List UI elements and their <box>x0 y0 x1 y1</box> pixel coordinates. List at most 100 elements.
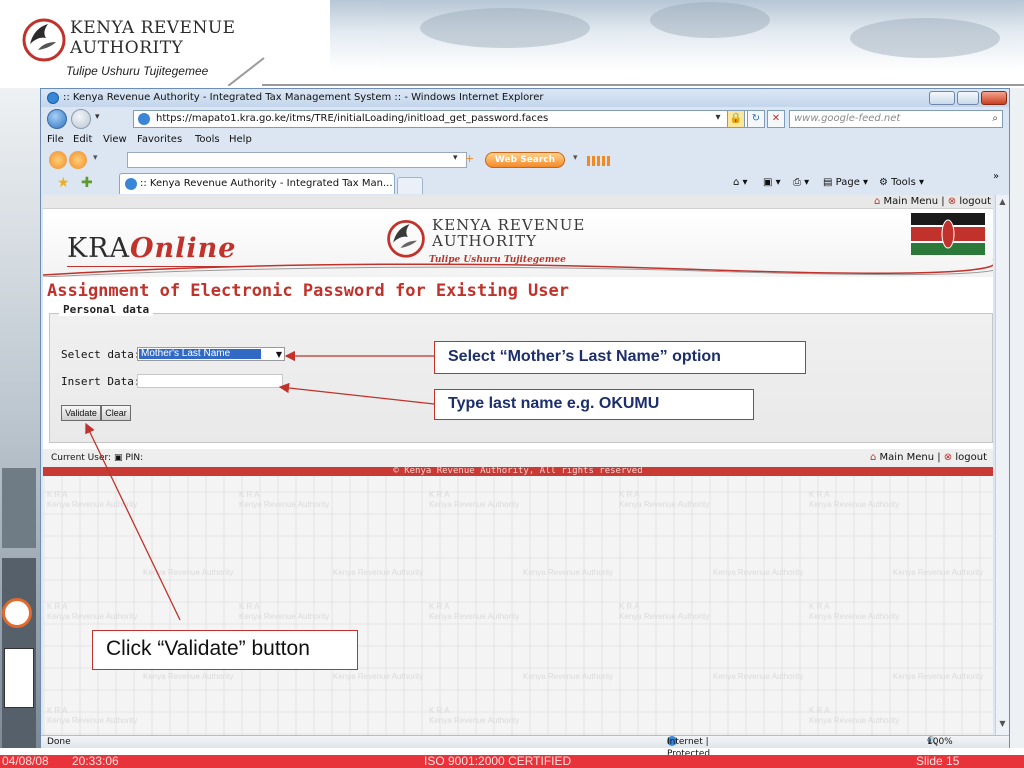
tab-page-icon <box>125 178 137 190</box>
menu-file[interactable]: File <box>47 131 64 149</box>
validate-button[interactable]: Validate <box>61 405 101 421</box>
address-dropdown-icon[interactable]: ▾ <box>709 110 727 128</box>
web-search-dropdown-icon[interactable]: ▾ <box>573 153 578 163</box>
minimize-button[interactable] <box>929 91 955 105</box>
maximize-button[interactable] <box>957 91 979 105</box>
toolbar-search-field[interactable] <box>127 152 467 168</box>
select-hint-text: Select “Mother’s Last Name” option <box>448 348 721 365</box>
history-dropdown-icon[interactable]: ▾ <box>95 112 100 122</box>
bottom-nav: ⌂ Main Menu | ⊗ logout <box>870 452 987 463</box>
zoom-control[interactable]: 🔍 100% ▾ <box>927 736 953 748</box>
insert-data-input[interactable] <box>137 374 283 388</box>
browser-status-bar: Done Internet | Protected Mode: Off 🔍100… <box>41 735 1009 768</box>
watermark-kra: K R A <box>47 602 68 611</box>
favorites-star-icon[interactable]: ★ <box>57 175 70 191</box>
watermark-text: Kenya Revenue Authority <box>333 672 424 681</box>
watermark-text: Kenya Revenue Authority <box>429 500 520 509</box>
watermark-text: Kenya Revenue Authority <box>333 568 424 577</box>
watermark-kra: K R A <box>47 490 68 499</box>
header-org-name: KENYA REVENUE AUTHORITY <box>432 217 585 249</box>
menu-help[interactable]: Help <box>229 131 252 149</box>
tab-kra[interactable]: :: Kenya Revenue Authority - Integrated … <box>119 173 395 194</box>
footer-date: 04/08/08 <box>2 754 49 768</box>
kenya-flag-icon <box>911 213 985 255</box>
footer-time: 20:33:06 <box>72 754 119 768</box>
select-data-dropdown[interactable]: Mother's Last Name ▼ <box>137 347 285 361</box>
print-icon[interactable]: ⎙ ▾ <box>793 173 809 193</box>
watermark-kra: K R A <box>47 706 68 715</box>
bottom-status-bar: Current User: ▣ PIN: ⌂ Main Menu | ⊗ log… <box>43 449 993 467</box>
search-icon[interactable]: ⌕ <box>992 111 998 127</box>
dropdown-arrow-icon[interactable]: ▼ <box>276 351 282 359</box>
toolbar-field-dropdown-icon[interactable]: ▾ <box>453 153 458 163</box>
watermark-kra: K R A <box>809 602 830 611</box>
scroll-down-icon[interactable]: ▼ <box>998 719 1007 728</box>
select-hint-callout: Select “Mother’s Last Name” option <box>434 341 806 374</box>
scroll-up-icon[interactable]: ▲ <box>998 197 1007 206</box>
bottom-logout-link[interactable]: logout <box>955 452 987 463</box>
footer-certification: ISO 9001:2000 CERTIFIED <box>424 754 572 768</box>
header-slope-line <box>228 57 265 86</box>
slide-right-edge <box>1008 88 1024 748</box>
watermark-text: Kenya Revenue Authority <box>809 716 900 725</box>
select-data-value: Mother's Last Name <box>139 349 261 359</box>
home-icon[interactable]: ⌂ ▾ <box>733 173 748 193</box>
signal-meter-icon <box>587 156 611 166</box>
lock-icon[interactable]: 🔒 <box>727 110 745 128</box>
tab-title: :: Kenya Revenue Authority - Integrated … <box>140 178 393 189</box>
search-input[interactable]: www.google-feed.net ⌕ <box>789 110 1003 128</box>
watermark-kra: K R A <box>429 706 450 715</box>
new-tab-button[interactable] <box>397 177 423 194</box>
header-org-name-line2: AUTHORITY <box>432 232 537 250</box>
toolbar-home-icon[interactable] <box>69 151 87 169</box>
slide-org-name-line2: AUTHORITY <box>70 38 184 58</box>
toolbar-logo-icon[interactable] <box>49 151 67 169</box>
bottom-main-menu-link[interactable]: Main Menu <box>880 452 935 463</box>
watermark-kra: K R A <box>809 706 830 715</box>
refresh-icon[interactable]: ↻ <box>747 110 765 128</box>
web-search-button[interactable]: Web Search <box>485 152 565 168</box>
toolbar-dropdown-icon[interactable]: ▾ <box>93 153 98 163</box>
menu-edit[interactable]: Edit <box>73 131 92 149</box>
menu-view[interactable]: View <box>103 131 127 149</box>
top-nav-strip: ⌂ Main Menu | ⊗ logout <box>43 195 993 209</box>
header-divider <box>262 84 1024 86</box>
watermark-text: Kenya Revenue Authority <box>713 568 804 577</box>
page-menu[interactable]: ▤ Page ▾ <box>823 173 868 193</box>
internet-explorer-icon <box>47 92 59 104</box>
watermark-text: Kenya Revenue Authority <box>239 500 330 509</box>
address-bar[interactable]: https://mapato1.kra.go.ke/itms/TRE/initi… <box>133 110 761 128</box>
back-button[interactable] <box>47 109 67 129</box>
stop-icon[interactable]: ✕ <box>767 110 785 128</box>
top-nav: ⌂ Main Menu | ⊗ logout <box>874 196 991 207</box>
web-search-label: Web Search <box>494 155 556 165</box>
select-data-label: Select data: <box>61 348 141 361</box>
address-row: ▾ https://mapato1.kra.go.ke/itms/TRE/ini… <box>41 107 1009 131</box>
bottom-logout-icon: ⊗ <box>943 452 953 463</box>
watermark-kra: K R A <box>809 490 830 499</box>
tools-menu[interactable]: ⚙ Tools ▾ <box>879 173 924 193</box>
add-favorite-icon[interactable]: ✚ <box>81 175 93 191</box>
toolbar-plus-icon[interactable]: + <box>465 152 474 165</box>
menu-favorites[interactable]: Favorites <box>137 131 182 149</box>
watermark-text: Kenya Revenue Authority <box>619 612 710 621</box>
feeds-icon[interactable]: ▣ ▾ <box>763 173 781 193</box>
zoom-level: 100% <box>927 737 953 747</box>
watermark-text: Kenya Revenue Authority <box>143 568 234 577</box>
page-scrollbar[interactable]: ▲ ▼ <box>995 195 1009 735</box>
watermark-text: Kenya Revenue Authority <box>809 500 900 509</box>
logout-link[interactable]: logout <box>959 196 991 207</box>
current-user-info: Current User: ▣ PIN: <box>51 449 143 467</box>
address-url: https://mapato1.kra.go.ke/itms/TRE/initi… <box>156 113 549 124</box>
clear-button[interactable]: Clear <box>101 405 131 421</box>
watermark-kra: K R A <box>239 490 260 499</box>
close-button[interactable] <box>981 91 1007 105</box>
watermark-text: Kenya Revenue Authority <box>523 672 614 681</box>
main-menu-link[interactable]: Main Menu <box>884 196 939 207</box>
status-text: Done <box>47 737 71 747</box>
tools-gear-icon: ⚙ <box>879 177 892 188</box>
header-org-name-line1: KENYA REVENUE <box>432 216 586 234</box>
forward-button[interactable] <box>71 109 91 129</box>
chevron-right-icon[interactable]: » <box>993 167 999 187</box>
menu-tools[interactable]: Tools <box>195 131 220 149</box>
